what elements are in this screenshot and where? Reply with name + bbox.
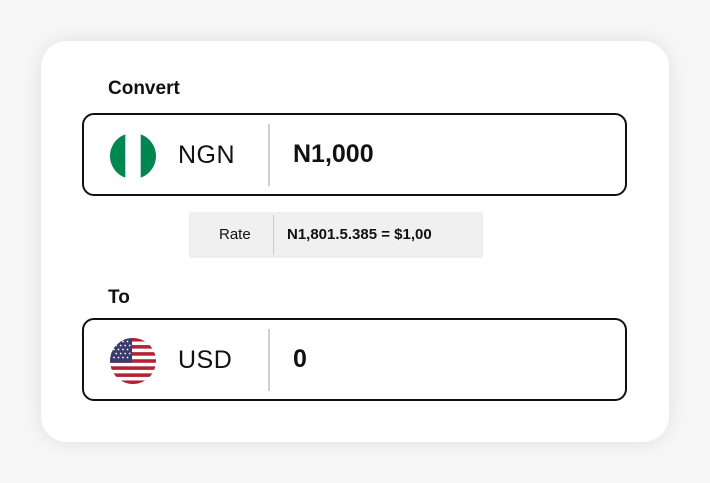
usa-flag-icon bbox=[110, 338, 156, 384]
from-field-divider bbox=[268, 124, 270, 186]
to-field-divider bbox=[268, 329, 270, 391]
to-currency-code[interactable]: USD bbox=[178, 346, 232, 375]
converter-card: Convert NGN N1,000 Rate N1,801.5.385 = $… bbox=[41, 41, 669, 442]
nigeria-flag-icon bbox=[110, 133, 156, 179]
from-currency-field[interactable]: NGN N1,000 bbox=[82, 113, 627, 196]
from-amount-input[interactable]: N1,000 bbox=[293, 140, 374, 169]
to-amount-output[interactable]: 0 bbox=[293, 345, 307, 374]
from-currency-code[interactable]: NGN bbox=[178, 141, 235, 170]
rate-box: Rate N1,801.5.385 = $1,00 bbox=[189, 212, 483, 258]
convert-label: Convert bbox=[108, 78, 180, 99]
rate-value: N1,801.5.385 = $1,00 bbox=[287, 226, 432, 243]
rate-label: Rate bbox=[219, 226, 251, 243]
to-currency-field[interactable]: USD 0 bbox=[82, 318, 627, 401]
rate-divider bbox=[273, 215, 274, 255]
to-label: To bbox=[108, 287, 130, 308]
